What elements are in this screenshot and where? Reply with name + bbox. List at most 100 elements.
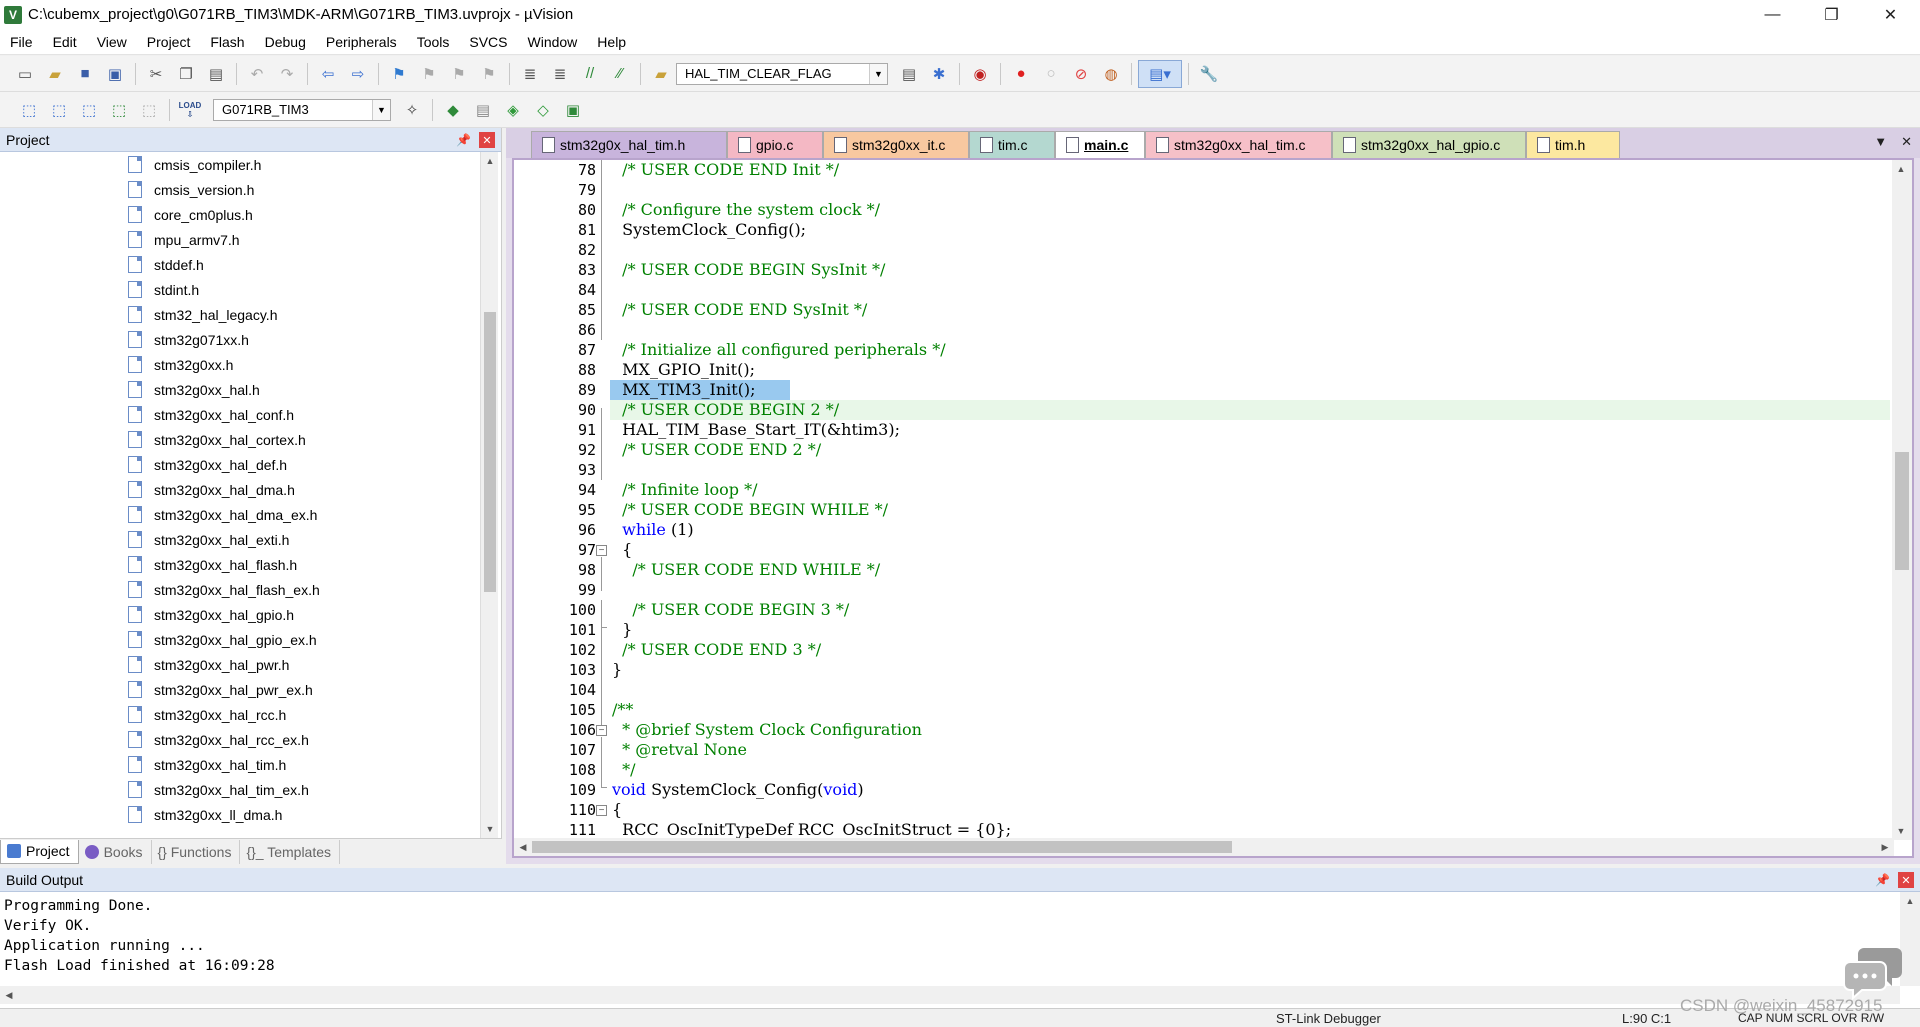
tree-item[interactable]: stdint.h [128,277,199,302]
code-line[interactable]: { [612,800,622,820]
save-all-icon[interactable]: ▣ [101,60,129,88]
configure-icon[interactable]: 🔧 [1195,60,1223,88]
tree-item[interactable]: stm32g0xx_hal_exti.h [128,527,289,552]
tab-stm32g0xx-it-c[interactable]: stm32g0xx_it.c [823,131,969,158]
fold-toggle-icon[interactable]: − [596,545,607,556]
kill-breakpoints-icon[interactable]: ⊘ [1067,60,1095,88]
chevron-down-icon[interactable]: ▼ [372,99,390,120]
incremental-find-icon[interactable]: ✱ [925,60,953,88]
tree-item[interactable]: stm32g0xx_hal_tim.h [128,752,286,777]
tree-item[interactable]: stm32g071xx.h [128,327,249,352]
manage-rte-icon[interactable]: ◈ [499,96,527,124]
tree-item[interactable]: stm32g0xx_hal_flash_ex.h [128,577,320,602]
back-icon[interactable]: ⇦ [314,60,342,88]
save-icon[interactable]: ■ [71,60,99,88]
download-icon[interactable]: LOAD ⇩ [176,96,204,124]
tree-item[interactable]: mpu_armv7.h [128,227,240,252]
target-options-icon[interactable]: ✧ [398,96,426,124]
scroll-down-icon[interactable]: ▼ [481,820,499,838]
close-tab-icon[interactable]: ✕ [1901,134,1912,150]
tree-item[interactable]: stm32g0xx_hal_conf.h [128,402,294,427]
find-combo[interactable]: HAL_TIM_CLEAR_FLAG ▼ [676,62,888,85]
menu-tools[interactable]: Tools [407,29,460,55]
pin-icon[interactable]: 📌 [1875,873,1890,887]
tab-templates[interactable]: {}_ Templates [240,839,341,864]
code-line[interactable]: RCC_OscInitTypeDef RCC_OscInitStruct = {… [612,820,1011,840]
code-line[interactable]: /* USER CODE BEGIN WHILE */ [612,500,888,520]
scroll-left-icon[interactable]: ◀ [0,986,18,1004]
tree-item[interactable]: stm32g0xx_hal_pwr_ex.h [128,677,313,702]
code-line[interactable]: */ [612,760,635,780]
manage-components-icon[interactable]: ◆ [439,96,467,124]
code-horizontal-scrollbar[interactable]: ◀ ▶ [514,838,1894,856]
uncomment-icon[interactable]: ⁄⁄ [606,60,634,88]
tab-gpio-c[interactable]: gpio.c [727,131,823,158]
tree-item[interactable]: stddef.h [128,252,204,277]
chevron-down-icon[interactable]: ▼ [869,63,887,84]
disable-breakpoint-icon[interactable]: ○ [1037,60,1065,88]
code-line[interactable]: /* USER CODE END SysInit */ [612,300,867,320]
code-line[interactable]: SystemClock_Config(); [612,220,806,240]
debug-session-icon[interactable]: ◉ [966,60,994,88]
code-line[interactable]: /* USER CODE BEGIN 2 */ [612,400,839,420]
scroll-right-icon[interactable]: ▶ [1876,838,1894,856]
fold-toggle-icon[interactable]: − [596,805,607,816]
tab-project[interactable]: Project [0,839,79,864]
window-layout-icon[interactable]: ▤▾ [1138,59,1182,88]
code-line[interactable]: /* Initialize all configured peripherals… [612,340,945,360]
scrollbar-thumb[interactable] [532,841,1232,853]
comment-icon[interactable]: // [576,60,604,88]
tree-item[interactable]: stm32_hal_legacy.h [128,302,277,327]
tree-item[interactable]: stm32g0xx_hal_gpio_ex.h [128,627,317,652]
code-line[interactable]: } [612,620,632,640]
tab-tim-h[interactable]: tim.h [1526,131,1620,158]
menu-flash[interactable]: Flash [200,29,254,55]
tab-tim-c[interactable]: tim.c [969,131,1055,158]
minimize-button[interactable]: — [1743,0,1802,29]
tab-list-icon[interactable]: ▼ [1874,134,1887,150]
tree-item[interactable]: stm32g0xx_hal_flash.h [128,552,297,577]
indent-icon[interactable]: ≣ [516,60,544,88]
unindent-icon[interactable]: ≣ [546,60,574,88]
menu-help[interactable]: Help [587,29,636,55]
scrollbar-thumb[interactable] [1895,452,1909,570]
code-line[interactable]: /* Configure the system clock */ [612,200,880,220]
copy-icon[interactable]: ❐ [172,60,200,88]
stop-build-icon[interactable]: ⬚ [135,96,163,124]
tab-stm32g0xx-hal-gpio-c[interactable]: stm32g0xx_hal_gpio.c [1332,131,1526,158]
batch-build-icon[interactable]: ⬚ [105,96,133,124]
tree-item[interactable]: stm32g0xx_ll_dma.h [128,802,282,827]
tree-item[interactable]: stm32g0xx_hal_pwr.h [128,652,289,677]
tree-item[interactable]: stm32g0xx_hal_tim_ex.h [128,777,309,802]
menu-view[interactable]: View [87,29,137,55]
chat-bubble-icon[interactable] [1842,944,1904,1002]
tree-item[interactable]: stm32g0xx_hal_dma.h [128,477,295,502]
fold-toggle-icon[interactable]: − [596,725,607,736]
menu-file[interactable]: File [0,29,43,55]
code-vertical-scrollbar[interactable]: ▲ ▼ [1892,160,1912,840]
code-line[interactable]: { [612,540,632,560]
code-line[interactable]: } [612,660,622,680]
find-icon[interactable]: ▤ [895,60,923,88]
tree-item[interactable]: cmsis_version.h [128,177,254,202]
code-line[interactable]: /* USER CODE BEGIN SysInit */ [612,260,885,280]
scroll-up-icon[interactable]: ▲ [1892,160,1910,178]
bookmark-icon[interactable]: ⚑ [385,60,413,88]
close-button[interactable]: ✕ [1861,0,1920,29]
translate-icon[interactable]: ⬚ [15,96,43,124]
scroll-up-icon[interactable]: ▲ [481,152,499,170]
tab-functions[interactable]: {} Functions [152,839,241,864]
code-line[interactable]: /** [612,700,633,720]
tab-books[interactable]: Books [79,839,152,864]
tree-item[interactable]: stm32g0xx_hal_rcc_ex.h [128,727,309,752]
project-tree-scrollbar[interactable]: ▲ ▼ [480,152,498,838]
code-line[interactable]: /* USER CODE BEGIN 3 */ [612,600,849,620]
tree-item[interactable]: stm32g0xx_hal_gpio.h [128,602,294,627]
find-in-files-icon[interactable]: ▰ [647,60,675,88]
undo-icon[interactable]: ↶ [243,60,271,88]
menu-svcs[interactable]: SVCS [459,29,517,55]
paste-icon[interactable]: ▤ [202,60,230,88]
close-icon[interactable]: ✕ [1898,872,1914,888]
redo-icon[interactable]: ↷ [273,60,301,88]
tree-item[interactable]: stm32g0xx_hal_def.h [128,452,287,477]
